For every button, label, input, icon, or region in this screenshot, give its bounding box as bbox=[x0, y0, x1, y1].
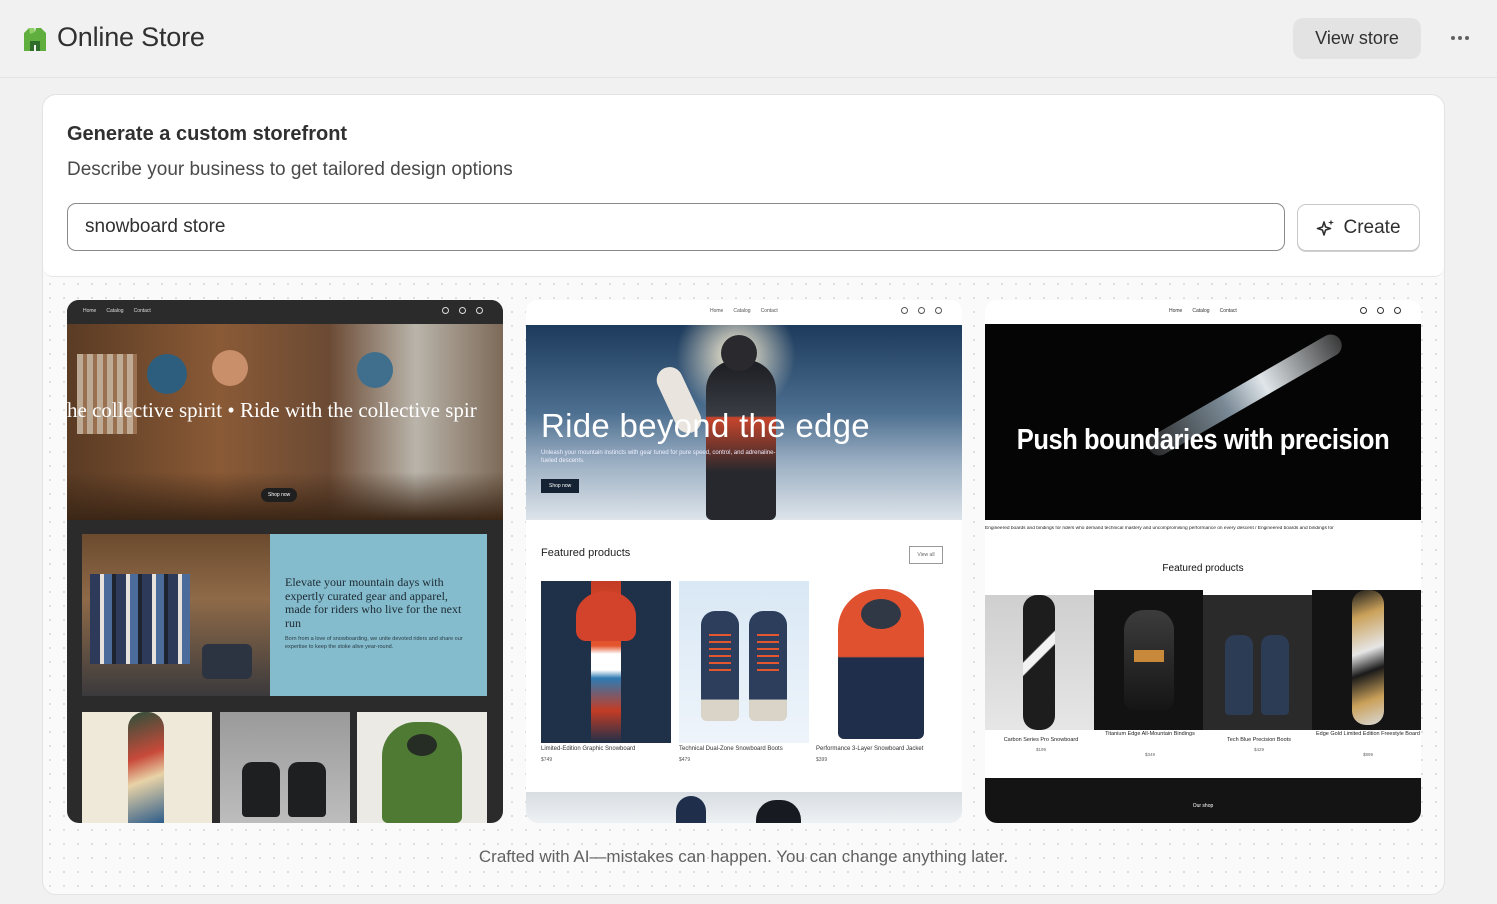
product-name: Carbon Series Pro Snowboard bbox=[1003, 737, 1079, 743]
nav-link: Contact bbox=[760, 308, 778, 314]
product-name: Limited-Edition Graphic Snowboard bbox=[541, 746, 636, 752]
product-price: $199 bbox=[1035, 747, 1046, 752]
product-tile bbox=[82, 712, 212, 823]
product-tile bbox=[357, 712, 487, 823]
hero-title: Ride beyond the edge bbox=[541, 407, 870, 444]
nav-link: Home bbox=[710, 308, 724, 314]
product-price: $399 bbox=[816, 757, 828, 763]
nav-link: Catalog bbox=[106, 308, 124, 314]
hero-body: Unleash your mountain instincts with gea… bbox=[541, 450, 776, 464]
product-price: $479 bbox=[679, 757, 691, 763]
preview-footer: Our shop bbox=[985, 778, 1421, 823]
nav-link: Contact bbox=[1219, 308, 1237, 314]
storefront-preview-2[interactable]: Home Catalog Contact Ride beyond the edg… bbox=[526, 300, 962, 823]
shop-now-button[interactable]: Shop now bbox=[541, 479, 580, 493]
storefront-generator-card: Generate a custom storefront Describe yo… bbox=[42, 94, 1445, 895]
hero-image: Ride beyond the edge Unleash your mounta… bbox=[526, 325, 962, 520]
product-price: $749 bbox=[541, 757, 553, 763]
preview-nav: Home Catalog Contact bbox=[985, 300, 1421, 324]
create-button[interactable]: Create bbox=[1297, 204, 1420, 251]
our-shop-button[interactable]: Our shop bbox=[985, 803, 1421, 809]
storefront-preview-1[interactable]: Home Catalog Contact he collective spiri… bbox=[67, 300, 503, 823]
page-title: Online Store bbox=[57, 22, 205, 52]
nav-icons bbox=[442, 307, 483, 314]
generator-subtitle: Describe your business to get tailored d… bbox=[67, 159, 513, 180]
nav-link: Home bbox=[1169, 308, 1183, 314]
feature-body: Born from a love of snowboarding, we uni… bbox=[285, 636, 463, 650]
business-description-input[interactable] bbox=[67, 203, 1285, 251]
nav-link: Home bbox=[83, 308, 97, 314]
product-name: Titanium Edge All-Mountain Bindings bbox=[1105, 731, 1195, 737]
product-name: Performance 3-Layer Snowboard Jacket bbox=[816, 746, 924, 752]
product-name: Tech Blue Precision Boots bbox=[1227, 737, 1291, 743]
nav-link: Contact bbox=[133, 308, 151, 314]
storefront-preview-3[interactable]: Home Catalog Contact Push boundaries wit… bbox=[985, 300, 1421, 823]
product-image bbox=[679, 581, 809, 743]
generator-title: Generate a custom storefront bbox=[67, 123, 348, 145]
hero-marquee: he collective spirit • Ride with the col… bbox=[67, 398, 477, 422]
section-title: Featured products bbox=[541, 547, 631, 559]
preview-nav: Home Catalog Contact bbox=[67, 300, 503, 324]
product-price: $349 bbox=[1144, 752, 1155, 757]
next-section-preview bbox=[526, 792, 962, 823]
section-title: Featured products bbox=[1162, 563, 1244, 574]
marquee-text: Engineered boards and bindings for rider… bbox=[985, 526, 1334, 531]
hero-title: Push boundaries with precision bbox=[1016, 424, 1390, 456]
product-name: Edge Gold Limited Edition Freestyle Boar… bbox=[1316, 731, 1420, 737]
create-label: Create bbox=[1343, 216, 1401, 238]
nav-icons bbox=[1360, 307, 1401, 314]
shopify-bag-icon bbox=[24, 28, 46, 51]
product-price: $899 bbox=[1362, 752, 1373, 757]
ai-disclaimer: Crafted with AI—mistakes can happen. You… bbox=[478, 847, 1009, 866]
product-image bbox=[1094, 590, 1203, 730]
shop-now-button[interactable]: Shop now bbox=[261, 488, 298, 502]
product-price: $429 bbox=[1253, 747, 1264, 752]
nav-icons bbox=[901, 307, 942, 314]
hero-image: he collective spirit • Ride with the col… bbox=[67, 324, 503, 520]
view-store-button[interactable]: View store bbox=[1293, 18, 1421, 59]
nav-link: Catalog bbox=[1192, 308, 1210, 314]
more-horizontal-icon[interactable] bbox=[1444, 28, 1476, 48]
product-image bbox=[985, 595, 1094, 730]
hero-image: Push boundaries with precision bbox=[985, 324, 1421, 520]
top-bar: Online Store View store bbox=[0, 0, 1497, 78]
store-interior-image bbox=[82, 534, 270, 696]
product-name: Technical Dual-Zone Snowboard Boots bbox=[679, 746, 783, 752]
preview-nav: Home Catalog Contact bbox=[526, 300, 962, 324]
feature-heading: Elevate your mountain days with expertly… bbox=[285, 575, 462, 630]
product-image bbox=[1203, 595, 1312, 730]
product-image bbox=[1312, 590, 1421, 730]
product-tile bbox=[220, 712, 350, 823]
product-image bbox=[816, 581, 946, 743]
sparkle-icon bbox=[1317, 219, 1335, 236]
nav-link: Catalog bbox=[733, 308, 751, 314]
generator-panel: Generate a custom storefront Describe yo… bbox=[43, 95, 1444, 277]
view-all-button[interactable]: View all bbox=[909, 546, 943, 564]
product-image bbox=[541, 581, 671, 743]
feature-block: Elevate your mountain days with expertly… bbox=[270, 534, 487, 696]
